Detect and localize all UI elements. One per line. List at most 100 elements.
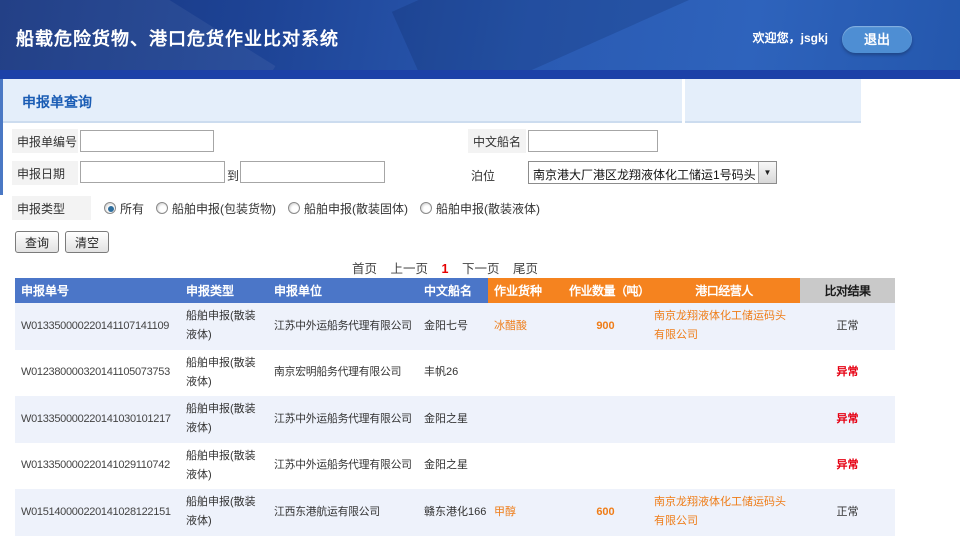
radio-option[interactable]: 船舶申报(包装货物) xyxy=(156,200,276,217)
page-prev-link[interactable]: 上一页 xyxy=(391,262,429,276)
cell-port-operator: 南京龙翔液体化工储运码头有限公司 xyxy=(648,303,800,350)
cell-quantity: 600 xyxy=(563,489,648,536)
cell-agency: 江苏中外运船务代理有限公司 xyxy=(268,396,418,443)
column-header-agency: 申报单位 xyxy=(268,278,418,303)
tab-bar: 申报单查询 xyxy=(0,79,682,123)
cell-quantity xyxy=(563,443,648,490)
cell-declare-type: 船舶申报(散装液体) xyxy=(180,303,268,350)
cell-declaration-no: W013350000220141107141109 xyxy=(15,303,180,350)
app-title: 船载危险货物、港口危货作业比对系统 xyxy=(16,25,339,51)
left-edge-strip xyxy=(0,79,3,195)
cell-cargo-type xyxy=(488,350,563,397)
cell-ship-name: 金阳七号 xyxy=(418,303,488,350)
cell-port-operator: 南京龙翔液体化工储运码头有限公司 xyxy=(648,489,800,536)
tab-declaration-query[interactable]: 申报单查询 xyxy=(22,92,92,112)
cell-agency: 江苏中外运船务代理有限公司 xyxy=(268,303,418,350)
cell-quantity xyxy=(563,396,648,443)
cell-declare-type: 船舶申报(散装液体) xyxy=(180,489,268,536)
radio-option[interactable]: 船舶申报(散装液体) xyxy=(420,200,540,217)
table-row: W013350000220141029110742船舶申报(散装液体)江苏中外运… xyxy=(15,443,895,490)
top-divider-bar xyxy=(0,70,960,79)
cell-declaration-no: W013350000220141029110742 xyxy=(15,443,180,490)
cell-ship-name: 金阳之星 xyxy=(418,443,488,490)
results-table: 申报单号申报类型申报单位中文船名作业货种作业数量（吨）港口经营人比对结果 W01… xyxy=(15,278,895,536)
declare-type-options: 所有 船舶申报(包装货物) 船舶申报(散装固体) 船舶申报(散装液体) xyxy=(104,199,552,217)
cell-declare-type: 船舶申报(散装液体) xyxy=(180,350,268,397)
cell-port-operator xyxy=(648,443,800,490)
berth-select-value: 南京港大厂港区龙翔液体化工储运1号码头 xyxy=(529,162,758,183)
cell-quantity xyxy=(563,350,648,397)
cell-cargo-type: 甲醇 xyxy=(488,489,563,536)
radio-label: 船舶申报(散装固体) xyxy=(304,200,408,217)
declaration-no-input[interactable] xyxy=(80,130,214,152)
radio-option[interactable]: 船舶申报(散装固体) xyxy=(288,200,408,217)
cell-result: 异常 xyxy=(800,443,895,490)
cell-declaration-no: W015140000220141028122151 xyxy=(15,489,180,536)
cell-agency: 江苏中外运船务代理有限公司 xyxy=(268,443,418,490)
cell-cargo-type xyxy=(488,396,563,443)
cell-result: 异常 xyxy=(800,350,895,397)
table-header-row: 申报单号申报类型申报单位中文船名作业货种作业数量（吨）港口经营人比对结果 xyxy=(15,278,895,303)
date-to-input[interactable] xyxy=(240,161,385,183)
radio-icon[interactable] xyxy=(104,202,116,214)
tab-bar-right-segment xyxy=(685,79,861,123)
declaration-no-label: 申报单编号 xyxy=(12,129,78,153)
app-header: 船载危险货物、港口危货作业比对系统 欢迎您，jsgkj 退出 xyxy=(0,0,960,70)
date-to-label: 到 xyxy=(227,167,239,184)
berth-select[interactable]: 南京港大厂港区龙翔液体化工储运1号码头 ▼ xyxy=(528,161,777,184)
date-from-input[interactable] xyxy=(80,161,225,183)
column-header-cargo-type: 作业货种 xyxy=(488,278,563,303)
radio-icon[interactable] xyxy=(288,202,300,214)
cell-port-operator xyxy=(648,396,800,443)
cell-quantity: 900 xyxy=(563,303,648,350)
cell-result: 正常 xyxy=(800,303,895,350)
table-row: W013350000220141030101217船舶申报(散装液体)江苏中外运… xyxy=(15,396,895,443)
chevron-down-icon[interactable]: ▼ xyxy=(758,162,776,183)
ship-name-input[interactable] xyxy=(528,130,658,152)
cell-declaration-no: W013350000220141030101217 xyxy=(15,396,180,443)
page-last-link[interactable]: 尾页 xyxy=(513,262,538,276)
app: 船载危险货物、港口危货作业比对系统 欢迎您，jsgkj 退出 申报单查询 申报单… xyxy=(0,0,960,538)
welcome-text: 欢迎您，jsgkj xyxy=(753,29,828,46)
radio-label: 所有 xyxy=(120,200,144,217)
radio-option[interactable]: 所有 xyxy=(104,200,144,217)
cell-cargo-type: 冰醋酸 xyxy=(488,303,563,350)
table-row: W015140000220141028122151船舶申报(散装液体)江西东港航… xyxy=(15,489,895,536)
radio-icon[interactable] xyxy=(420,202,432,214)
table-row: W013350000220141107141109船舶申报(散装液体)江苏中外运… xyxy=(15,303,895,350)
cell-ship-name: 金阳之星 xyxy=(418,396,488,443)
berth-label: 泊位 xyxy=(471,167,495,184)
cell-declare-type: 船舶申报(散装液体) xyxy=(180,443,268,490)
ship-name-label: 中文船名 xyxy=(468,129,526,153)
radio-label: 船舶申报(散装液体) xyxy=(436,200,540,217)
page-first-link[interactable]: 首页 xyxy=(352,262,377,276)
cell-agency: 江西东港航运有限公司 xyxy=(268,489,418,536)
cell-agency: 南京宏明船务代理有限公司 xyxy=(268,350,418,397)
radio-icon[interactable] xyxy=(156,202,168,214)
cell-port-operator xyxy=(648,350,800,397)
cell-result: 正常 xyxy=(800,489,895,536)
column-header-port-operator: 港口经营人 xyxy=(648,278,800,303)
column-header-declaration-no: 申报单号 xyxy=(15,278,180,303)
cell-cargo-type xyxy=(488,443,563,490)
pagination: 首页 上一页 1 下一页 尾页 xyxy=(352,258,548,277)
cell-result: 异常 xyxy=(800,396,895,443)
cell-ship-name: 赣东港化166 xyxy=(418,489,488,536)
query-button[interactable]: 查询 xyxy=(15,231,59,253)
table-row: W012380000320141105073753船舶申报(散装液体)南京宏明船… xyxy=(15,350,895,397)
clear-button[interactable]: 清空 xyxy=(65,231,109,253)
column-header-result: 比对结果 xyxy=(800,278,895,303)
declare-date-label: 申报日期 xyxy=(12,161,78,185)
header-decoration xyxy=(392,0,738,70)
logout-button[interactable]: 退出 xyxy=(842,26,912,53)
page-current: 1 xyxy=(442,262,449,276)
cell-ship-name: 丰帆26 xyxy=(418,350,488,397)
cell-declaration-no: W012380000320141105073753 xyxy=(15,350,180,397)
page-next-link[interactable]: 下一页 xyxy=(462,262,500,276)
radio-label: 船舶申报(包装货物) xyxy=(172,200,276,217)
column-header-declare-type: 申报类型 xyxy=(180,278,268,303)
column-header-ship-name: 中文船名 xyxy=(418,278,488,303)
cell-declare-type: 船舶申报(散装液体) xyxy=(180,396,268,443)
column-header-quantity: 作业数量（吨） xyxy=(563,278,648,303)
declare-type-label: 申报类型 xyxy=(12,196,91,220)
